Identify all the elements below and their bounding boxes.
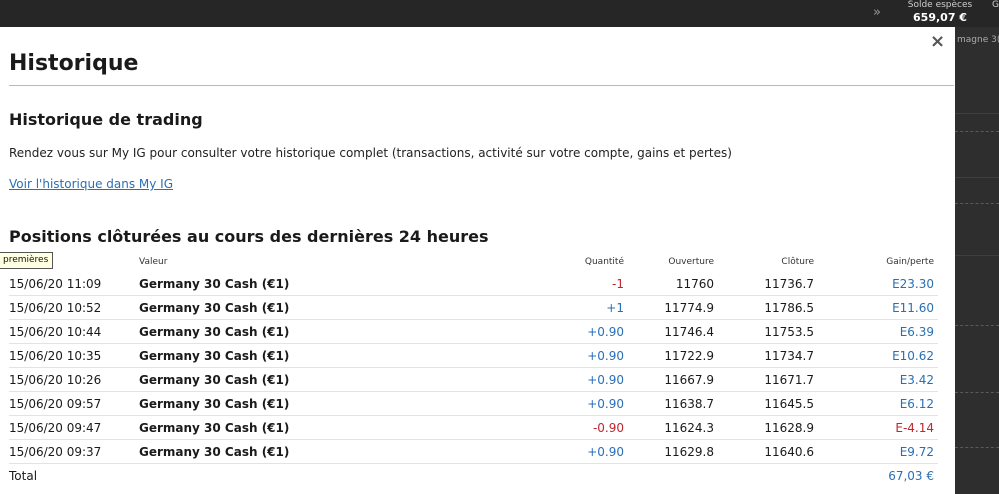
cell-valeur: Germany 30 Cash (€1) [139, 445, 290, 459]
header-ouverture[interactable]: Ouverture [668, 257, 714, 267]
cell-cloture: 11628.9 [764, 421, 814, 435]
cell-ouverture: 11629.8 [664, 445, 714, 459]
cell-valeur: Germany 30 Cash (€1) [139, 301, 290, 315]
top-bar: » Solde espèces 659,07 € G [0, 0, 999, 27]
total-label: Total [9, 469, 38, 483]
header-gain[interactable]: Gain/perte [886, 257, 934, 267]
cell-cloture: 11736.7 [764, 277, 814, 291]
background-price-line [955, 255, 999, 256]
modal-title: Historique [9, 51, 139, 76]
cell-quantite: +0.90 [587, 325, 624, 339]
table-row[interactable]: 15/06/20 09:37 Germany 30 Cash (€1) +0.90 1… [9, 440, 938, 464]
table-total-row: Total 67,03 € [9, 464, 938, 488]
trading-history-heading: Historique de trading [9, 110, 203, 129]
cell-ouverture: 11774.9 [664, 301, 714, 315]
cell-quantite: +0.90 [587, 349, 624, 363]
background-grid-line [955, 392, 999, 393]
table-row[interactable]: 15/06/20 09:57 Germany 30 Cash (€1) +0.90 1… [9, 392, 938, 416]
table-row[interactable]: 15/06/20 11:09 Germany 30 Cash (€1) -1 1176… [9, 272, 938, 296]
table-row[interactable]: 15/06/20 10:26 Germany 30 Cash (€1) +0.90 1… [9, 368, 938, 392]
cell-cloture: 11645.5 [764, 397, 814, 411]
cell-cloture: 11671.7 [764, 373, 814, 387]
cell-quantite: -0.90 [592, 421, 624, 435]
table-row[interactable]: 15/06/20 10:44 Germany 30 Cash (€1) +0.90 1… [9, 320, 938, 344]
history-modal: × Historique Historique de trading Rende… [0, 27, 955, 494]
title-divider [9, 85, 954, 86]
cell-date: 15/06/20 09:37 [9, 445, 102, 459]
cell-ouverture: 11624.3 [664, 421, 714, 435]
cell-date: 15/06/20 09:47 [9, 421, 102, 435]
cell-gain: E6.12 [899, 397, 934, 411]
topbar-cutoff-text: G [992, 0, 999, 10]
trading-history-description: Rendez vous sur My IG pour consulter vot… [9, 146, 732, 160]
cell-date: 15/06/20 10:26 [9, 373, 102, 387]
cell-gain: E11.60 [892, 301, 934, 315]
cell-gain: E23.30 [892, 277, 934, 291]
cash-balance: Solde espèces 659,07 € [898, 0, 982, 25]
tooltip: premières [0, 252, 54, 269]
cell-gain: E9.72 [899, 445, 934, 459]
cell-cloture: 11640.6 [764, 445, 814, 459]
table-row[interactable]: 15/06/20 10:52 Germany 30 Cash (€1) +1 1177… [9, 296, 938, 320]
cell-ouverture: 11667.9 [664, 373, 714, 387]
cell-gain: E-4.14 [895, 421, 934, 435]
cell-ouverture: 11638.7 [664, 397, 714, 411]
background-price-line [955, 113, 999, 114]
cell-cloture: 11753.5 [764, 325, 814, 339]
cell-cloture: 11786.5 [764, 301, 814, 315]
cell-date: 15/06/20 10:35 [9, 349, 102, 363]
cell-ouverture: 11760 [675, 277, 714, 291]
cell-gain: E10.62 [892, 349, 934, 363]
cell-ouverture: 11746.4 [664, 325, 714, 339]
background-grid-line [955, 447, 999, 448]
cell-quantite: +0.90 [587, 397, 624, 411]
cash-balance-value: 659,07 € [913, 11, 967, 24]
cell-date: 15/06/20 09:57 [9, 397, 102, 411]
cell-valeur: Germany 30 Cash (€1) [139, 325, 290, 339]
cell-valeur: Germany 30 Cash (€1) [139, 397, 290, 411]
cell-valeur: Germany 30 Cash (€1) [139, 349, 290, 363]
table-header: ure Valeur Quantité Ouverture Clôture Ga… [9, 254, 938, 272]
header-valeur[interactable]: Valeur [139, 257, 167, 267]
cell-quantite: +0.90 [587, 445, 624, 459]
background-grid-line [955, 203, 999, 204]
cell-date: 15/06/20 10:52 [9, 301, 102, 315]
close-icon[interactable]: × [930, 32, 945, 52]
background-grid-line [955, 131, 999, 132]
cell-valeur: Germany 30 Cash (€1) [139, 277, 290, 291]
cell-gain: E6.39 [899, 325, 934, 339]
total-value: 67,03 € [888, 469, 934, 483]
closed-positions-table: ure Valeur Quantité Ouverture Clôture Ga… [9, 254, 938, 488]
table-row[interactable]: 15/06/20 09:47 Germany 30 Cash (€1) -0.90 1… [9, 416, 938, 440]
header-cloture[interactable]: Clôture [781, 257, 814, 267]
cell-date: 15/06/20 11:09 [9, 277, 102, 291]
table-body: 15/06/20 11:09 Germany 30 Cash (€1) -1 1176… [9, 272, 938, 464]
expand-chevron-icon[interactable]: » [873, 5, 881, 20]
header-quantite[interactable]: Quantité [585, 257, 624, 267]
cell-quantite: +0.90 [587, 373, 624, 387]
cash-balance-label: Solde espèces [907, 0, 973, 10]
background-grid-line [955, 325, 999, 326]
background-chart-strip: magne 3( [955, 27, 999, 494]
background-instrument-label: magne 3( [957, 35, 999, 45]
cell-valeur: Germany 30 Cash (€1) [139, 373, 290, 387]
background-price-line [955, 177, 999, 178]
closed-positions-heading: Positions clôturées au cours des dernièr… [9, 227, 489, 246]
cell-date: 15/06/20 10:44 [9, 325, 102, 339]
cell-quantite: +1 [606, 301, 624, 315]
cell-gain: E3.42 [899, 373, 934, 387]
cell-ouverture: 11722.9 [664, 349, 714, 363]
table-row[interactable]: 15/06/20 10:35 Germany 30 Cash (€1) +0.90 1… [9, 344, 938, 368]
cell-quantite: -1 [612, 277, 624, 291]
view-history-link[interactable]: Voir l'historique dans My IG [9, 177, 173, 191]
cell-valeur: Germany 30 Cash (€1) [139, 421, 290, 435]
cell-cloture: 11734.7 [764, 349, 814, 363]
